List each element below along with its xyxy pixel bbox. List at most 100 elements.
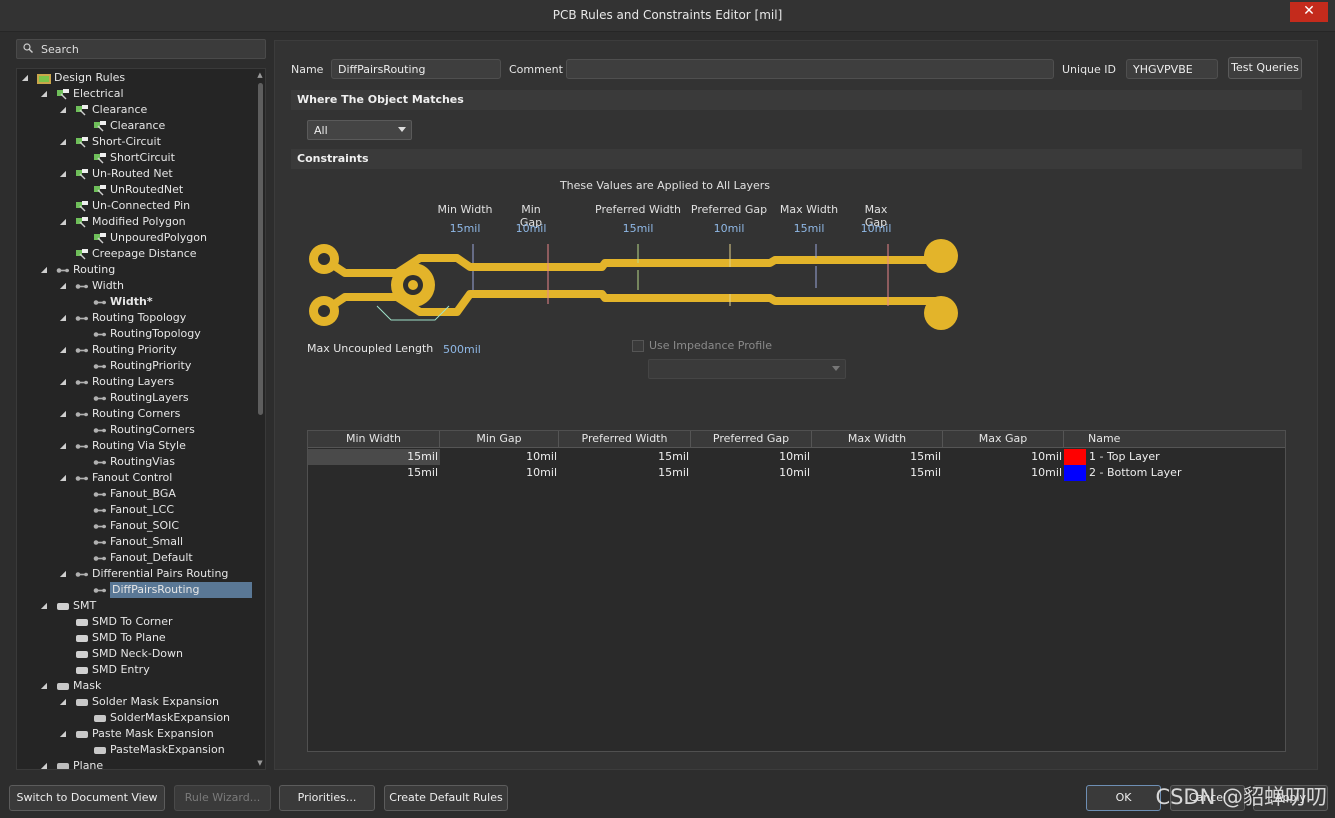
expand-toggle-icon[interactable]: ◢ xyxy=(58,214,68,230)
grid-cell[interactable]: 15mil xyxy=(559,449,691,465)
expand-toggle-icon[interactable]: ◢ xyxy=(58,374,68,390)
priorities-button[interactable]: Priorities... xyxy=(279,785,375,811)
close-button[interactable]: ✕ xyxy=(1290,2,1328,22)
comment-field[interactable] xyxy=(566,59,1054,79)
expand-toggle-icon[interactable]: ◢ xyxy=(39,758,49,769)
grid-column-header[interactable]: Min Width xyxy=(308,431,440,448)
tree-item[interactable]: Fanout_Small xyxy=(17,534,255,550)
expand-toggle-icon[interactable]: ◢ xyxy=(20,70,30,86)
grid-cell[interactable]: 15mil xyxy=(559,465,691,481)
scroll-down-icon[interactable]: ▼ xyxy=(256,759,264,767)
tree-item[interactable]: Fanout_Default xyxy=(17,550,255,566)
tree-item[interactable]: ◢ Electrical xyxy=(17,86,255,102)
tree-item[interactable]: Un-Connected Pin xyxy=(17,198,255,214)
grid-cell[interactable]: 15mil xyxy=(812,465,943,481)
tree-item[interactable]: Fanout_LCC xyxy=(17,502,255,518)
tree-item[interactable]: Fanout_BGA xyxy=(17,486,255,502)
expand-toggle-icon[interactable]: ◢ xyxy=(58,310,68,326)
tree-item[interactable]: ◢ Fanout Control xyxy=(17,470,255,486)
expand-toggle-icon[interactable]: ◢ xyxy=(58,166,68,182)
tree-item[interactable]: PasteMaskExpansion xyxy=(17,742,255,758)
tree-item[interactable]: RoutingLayers xyxy=(17,390,255,406)
tree-item[interactable]: SMD To Plane xyxy=(17,630,255,646)
expand-toggle-icon[interactable]: ◢ xyxy=(39,598,49,614)
tree-item[interactable]: ◢ Width xyxy=(17,278,255,294)
tree-item[interactable]: ◢ Routing Priority xyxy=(17,342,255,358)
tree-item[interactable]: ◢ Modified Polygon xyxy=(17,214,255,230)
tree-item[interactable]: Fanout_SOIC xyxy=(17,518,255,534)
tree-item[interactable]: SMD To Corner xyxy=(17,614,255,630)
grid-cell[interactable]: 10mil xyxy=(943,465,1064,481)
tree-item[interactable]: ◢ Mask xyxy=(17,678,255,694)
expand-toggle-icon[interactable]: ◢ xyxy=(58,470,68,486)
grid-cell[interactable]: 15mil xyxy=(308,465,440,481)
tree-item[interactable]: ◢ Plane xyxy=(17,758,255,769)
create-default-rules-button[interactable]: Create Default Rules xyxy=(384,785,508,811)
tree-item[interactable]: SMD Neck-Down xyxy=(17,646,255,662)
grid-cell[interactable]: 15mil xyxy=(308,449,440,465)
tree-item[interactable]: UnRoutedNet xyxy=(17,182,255,198)
tree-item[interactable]: Clearance xyxy=(17,118,255,134)
expand-toggle-icon[interactable]: ◢ xyxy=(58,438,68,454)
tree-item[interactable]: ◢ Design Rules xyxy=(17,70,255,86)
tree-item[interactable]: Creepage Distance xyxy=(17,246,255,262)
max-uncoupled-value[interactable]: 500mil xyxy=(443,343,481,356)
scroll-thumb[interactable] xyxy=(258,83,263,415)
grid-cell[interactable]: 10mil xyxy=(691,449,812,465)
expand-toggle-icon[interactable]: ◢ xyxy=(58,694,68,710)
match-scope-dropdown[interactable]: All xyxy=(307,120,412,140)
tree-item[interactable]: ◢ Un-Routed Net xyxy=(17,166,255,182)
tree-item[interactable]: ◢ Solder Mask Expansion xyxy=(17,694,255,710)
expand-toggle-icon[interactable]: ◢ xyxy=(39,678,49,694)
test-queries-button[interactable]: Test Queries xyxy=(1228,57,1302,79)
grid-column-header[interactable]: Preferred Width xyxy=(559,431,691,448)
tree-item[interactable]: ShortCircuit xyxy=(17,150,255,166)
tree-item[interactable]: DiffPairsRouting xyxy=(17,582,255,598)
tree-item[interactable]: RoutingPriority xyxy=(17,358,255,374)
tree-item[interactable]: ◢ Routing xyxy=(17,262,255,278)
switch-view-button[interactable]: Switch to Document View xyxy=(9,785,165,811)
grid-cell[interactable]: 15mil xyxy=(812,449,943,465)
tree-item[interactable]: Width* xyxy=(17,294,255,310)
tree-item[interactable]: ◢ Paste Mask Expansion xyxy=(17,726,255,742)
tree-item[interactable]: UnpouredPolygon xyxy=(17,230,255,246)
grid-column-header[interactable]: Min Gap xyxy=(440,431,559,448)
ok-button[interactable]: OK xyxy=(1086,785,1161,811)
scroll-up-icon[interactable]: ▲ xyxy=(256,71,264,79)
rule-wizard-button[interactable]: Rule Wizard... xyxy=(174,785,271,811)
grid-column-header[interactable]: Max Width xyxy=(812,431,943,448)
expand-toggle-icon[interactable]: ◢ xyxy=(39,86,49,102)
expand-toggle-icon[interactable]: ◢ xyxy=(58,566,68,582)
tree-item[interactable]: RoutingCorners xyxy=(17,422,255,438)
tree-item[interactable]: ◢ Routing Via Style xyxy=(17,438,255,454)
grid-row[interactable]: 15mil 10mil 15mil 10mil 15mil 10mil 1 - Top La… xyxy=(308,449,1285,465)
tree-item[interactable]: RoutingTopology xyxy=(17,326,255,342)
tree-item[interactable]: ◢ Clearance xyxy=(17,102,255,118)
expand-toggle-icon[interactable]: ◢ xyxy=(58,726,68,742)
grid-cell[interactable]: 10mil xyxy=(943,449,1064,465)
tree-item[interactable]: ◢ Routing Corners xyxy=(17,406,255,422)
grid-column-header[interactable]: Name xyxy=(1064,431,1285,448)
impedance-checkbox[interactable] xyxy=(632,340,644,352)
tree-item[interactable]: ◢ Routing Layers xyxy=(17,374,255,390)
expand-toggle-icon[interactable]: ◢ xyxy=(39,262,49,278)
tree-item[interactable]: ◢ SMT xyxy=(17,598,255,614)
tree-scrollbar[interactable]: ▲ ▼ xyxy=(256,71,264,767)
tree-item[interactable]: SolderMaskExpansion xyxy=(17,710,255,726)
tree-item[interactable]: ◢ Short-Circuit xyxy=(17,134,255,150)
expand-toggle-icon[interactable]: ◢ xyxy=(58,134,68,150)
grid-cell[interactable]: 10mil xyxy=(691,465,812,481)
name-field[interactable]: DiffPairsRouting xyxy=(331,59,501,79)
grid-cell[interactable]: 10mil xyxy=(440,465,559,481)
unique-id-field[interactable]: YHGVPVBE xyxy=(1126,59,1218,79)
tree-item[interactable]: ◢ Differential Pairs Routing xyxy=(17,566,255,582)
expand-toggle-icon[interactable]: ◢ xyxy=(58,406,68,422)
expand-toggle-icon[interactable]: ◢ xyxy=(58,278,68,294)
impedance-profile-dropdown[interactable] xyxy=(648,359,846,379)
grid-cell[interactable]: 10mil xyxy=(440,449,559,465)
expand-toggle-icon[interactable]: ◢ xyxy=(58,102,68,118)
tree-item[interactable]: RoutingVias xyxy=(17,454,255,470)
expand-toggle-icon[interactable]: ◢ xyxy=(58,342,68,358)
tree-item[interactable]: SMD Entry xyxy=(17,662,255,678)
grid-column-header[interactable]: Preferred Gap xyxy=(691,431,812,448)
